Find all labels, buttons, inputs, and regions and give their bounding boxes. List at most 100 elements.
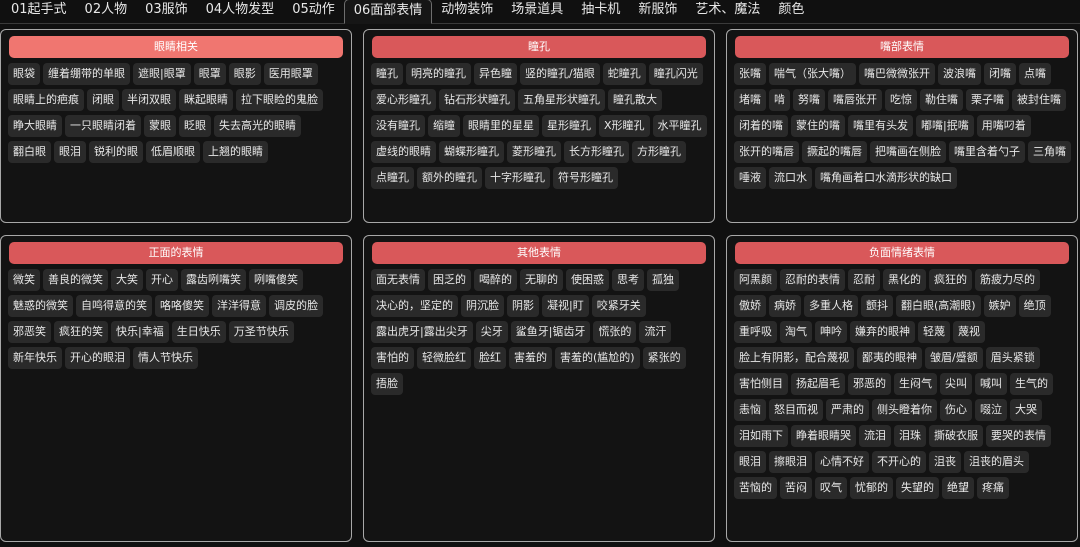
tag-button[interactable]: 嘴里有头发 — [848, 115, 913, 137]
tag-button[interactable]: 凝视|盯 — [542, 295, 589, 317]
tag-button[interactable]: 淘气 — [780, 321, 812, 343]
tag-button[interactable]: 露出虎牙|露出尖牙 — [371, 321, 473, 343]
tag-button[interactable]: 露齿咧嘴笑 — [181, 269, 246, 291]
tag-button[interactable]: 流汗 — [639, 321, 672, 343]
tag-button[interactable]: 怒目而视 — [769, 399, 823, 421]
tag-button[interactable]: 睁着眼睛哭 — [791, 425, 856, 447]
tag-button[interactable]: 符号形瞳孔 — [553, 167, 618, 189]
tag-button[interactable]: 沮丧的眉头 — [964, 451, 1029, 473]
tag-button[interactable]: 十字形瞳孔 — [485, 167, 550, 189]
tag-button[interactable]: 多重人格 — [804, 295, 858, 317]
tag-button[interactable]: 开心的眼泪 — [65, 347, 130, 369]
tag-button[interactable]: 眼睛里的星星 — [463, 115, 539, 137]
tag-button[interactable]: 恚恼 — [734, 399, 766, 421]
tag-button[interactable]: 脸上有阴影，配合蔑视 — [734, 347, 854, 369]
tag-button[interactable]: 病娇 — [769, 295, 801, 317]
tag-button[interactable]: 撅起的嘴唇 — [802, 141, 867, 163]
tag-button[interactable]: 阿黑颜 — [734, 269, 777, 291]
tag-button[interactable]: 脸红 — [474, 347, 506, 369]
tag-button[interactable]: 大哭 — [1010, 399, 1042, 421]
tab-7[interactable]: 动物装饰 — [432, 0, 502, 23]
tag-button[interactable]: 黑化的 — [883, 269, 926, 291]
tag-button[interactable]: 蝴蝶形瞳孔 — [439, 141, 504, 163]
tag-button[interactable]: 疯狂的 — [929, 269, 972, 291]
tag-button[interactable]: 孤独 — [647, 269, 679, 291]
tag-button[interactable]: 自鸣得意的笑 — [76, 295, 152, 317]
tag-button[interactable]: 勒住嘴 — [920, 89, 963, 111]
tag-button[interactable]: 邪恶的 — [848, 373, 891, 395]
tag-button[interactable]: 面无表情 — [371, 269, 425, 291]
tag-button[interactable]: 苦恼的 — [734, 477, 777, 499]
tag-button[interactable]: 虚线的眼睛 — [371, 141, 436, 163]
tag-button[interactable]: 菱形瞳孔 — [507, 141, 561, 163]
tag-button[interactable]: 半闭双眼 — [122, 89, 176, 111]
tag-button[interactable]: 重呼吸 — [734, 321, 777, 343]
tag-button[interactable]: 眉头紧锁 — [985, 347, 1040, 369]
tag-button[interactable]: 疼痛 — [977, 477, 1009, 499]
tag-button[interactable]: 情人节快乐 — [133, 347, 198, 369]
tag-button[interactable]: 快乐|幸福 — [111, 321, 169, 343]
tab-5[interactable]: 05动作 — [283, 0, 344, 23]
tag-button[interactable]: 咯咯傻笑 — [155, 295, 209, 317]
tag-button[interactable]: 不开心的 — [872, 451, 926, 473]
tag-button[interactable]: 侧头瞪着你 — [872, 399, 937, 421]
tag-button[interactable]: 害怕侧目 — [734, 373, 788, 395]
tag-button[interactable]: 皱眉/蹙额 — [925, 347, 983, 369]
tag-button[interactable]: 阴影 — [507, 295, 539, 317]
tag-button[interactable]: 颤抖 — [861, 295, 893, 317]
tag-button[interactable]: 忧郁的 — [850, 477, 893, 499]
tag-button[interactable]: 鲨鱼牙|锯齿牙 — [510, 321, 591, 343]
tag-button[interactable]: 鄙夷的眼神 — [857, 347, 922, 369]
tag-button[interactable]: 忍耐的表情 — [780, 269, 845, 291]
tag-button[interactable]: 生日快乐 — [171, 321, 226, 343]
tag-button[interactable]: 蒙眼 — [144, 115, 176, 137]
tag-button[interactable]: 眼罩 — [193, 63, 226, 85]
tag-button[interactable]: 嘴唇张开 — [828, 89, 882, 111]
tag-button[interactable]: 泪如雨下 — [734, 425, 788, 447]
tag-button[interactable]: 尖叫 — [940, 373, 972, 395]
tag-button[interactable]: 蔑视 — [953, 321, 985, 343]
tag-button[interactable]: X形瞳孔 — [599, 115, 650, 137]
tag-button[interactable]: 生气的 — [1010, 373, 1053, 395]
tag-button[interactable]: 五角星形状瞳孔 — [518, 89, 605, 111]
tag-button[interactable]: 嘴巴微微张开 — [859, 63, 935, 85]
tag-button[interactable]: 睁大眼睛 — [8, 115, 62, 137]
tag-button[interactable]: 伤心 — [940, 399, 972, 421]
tab-8[interactable]: 场景道具 — [502, 0, 572, 23]
tag-button[interactable]: 被封住嘴 — [1012, 89, 1066, 111]
tag-button[interactable]: 筋疲力尽的 — [975, 269, 1040, 291]
tag-button[interactable]: 生闷气 — [894, 373, 937, 395]
tag-button[interactable]: 万圣节快乐 — [228, 321, 294, 343]
tag-button[interactable]: 绝望 — [942, 477, 974, 499]
tab-4[interactable]: 04人物发型 — [197, 0, 284, 23]
tag-button[interactable]: 波浪嘴 — [938, 63, 981, 85]
tag-button[interactable]: 洋洋得意 — [212, 295, 266, 317]
tag-button[interactable]: 缠着绷带的单眼 — [43, 63, 130, 85]
tag-button[interactable]: 害羞的 — [509, 347, 552, 369]
tag-button[interactable]: 新年快乐 — [8, 347, 62, 369]
tag-button[interactable]: 泪珠 — [894, 425, 926, 447]
tag-button[interactable]: 长方形瞳孔 — [564, 141, 629, 163]
tag-button[interactable]: 扬起眉毛 — [791, 373, 845, 395]
tag-button[interactable]: 紧张的 — [642, 347, 686, 369]
tab-10[interactable]: 新服饰 — [629, 0, 686, 23]
tag-button[interactable]: 疯狂的笑 — [54, 321, 108, 343]
tag-button[interactable]: 魅惑的微笑 — [8, 295, 73, 317]
tag-button[interactable]: 决心的，坚定的 — [371, 295, 458, 317]
tag-button[interactable]: 开心 — [146, 269, 178, 291]
tag-button[interactable]: 翻白眼(高潮眼) — [896, 295, 981, 317]
tag-button[interactable]: 捂脸 — [371, 373, 403, 395]
tag-button[interactable]: 张嘴 — [734, 63, 766, 85]
tag-button[interactable]: 明亮的瞳孔 — [406, 63, 471, 85]
tag-button[interactable]: 眼泪 — [734, 451, 766, 473]
tag-button[interactable]: 闭嘴 — [984, 63, 1016, 85]
tag-button[interactable]: 严肃的 — [826, 399, 869, 421]
tag-button[interactable]: 咧嘴傻笑 — [249, 269, 303, 291]
tag-button[interactable]: 拉下眼睑的鬼脸 — [236, 89, 323, 111]
tag-button[interactable]: 失望的 — [896, 477, 939, 499]
tag-button[interactable]: 眼袋 — [8, 63, 40, 85]
tag-button[interactable]: 撕破衣服 — [929, 425, 983, 447]
tag-button[interactable]: 忍耐 — [848, 269, 880, 291]
tag-button[interactable]: 闭眼 — [87, 89, 119, 111]
tag-button[interactable]: 喘气（张大嘴） — [769, 63, 856, 85]
